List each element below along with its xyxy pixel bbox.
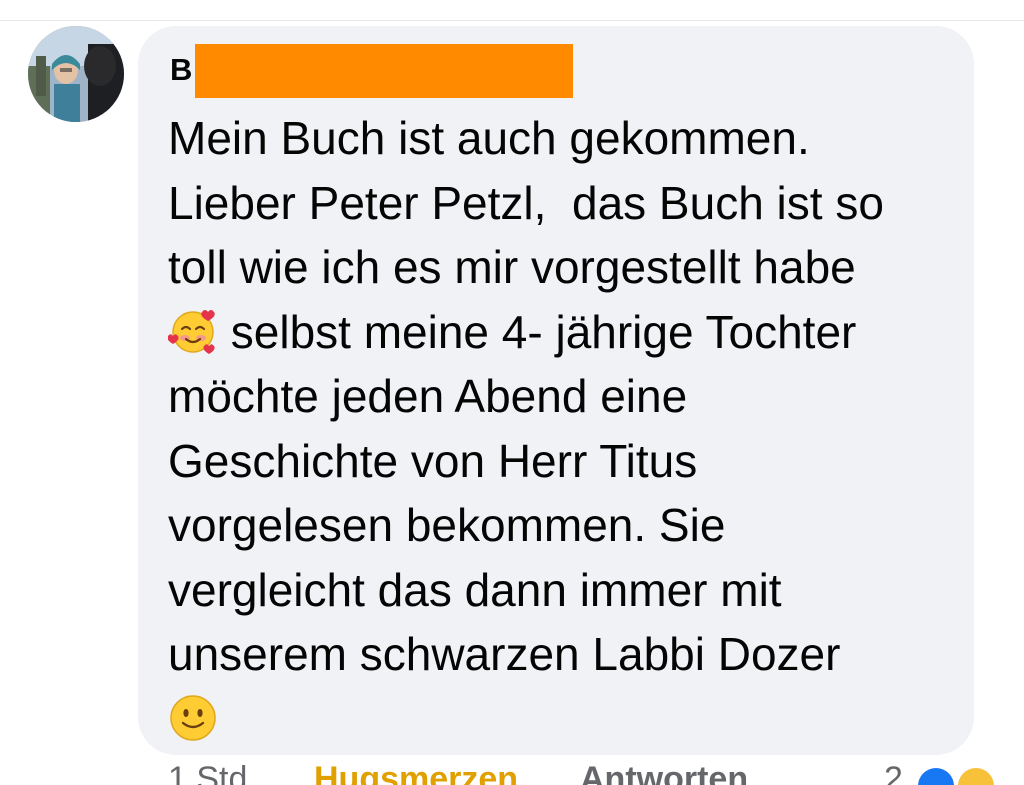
comment-line: unserem schwarzen Labbi Dozer (168, 628, 841, 680)
smiling-face-with-hearts-icon (168, 306, 218, 356)
comment-line: Mein Buch ist auch gekommen. (168, 112, 810, 164)
redaction-block (195, 44, 573, 98)
comment-line-emoji-only (168, 687, 968, 752)
avatar[interactable] (28, 26, 124, 122)
comment-author[interactable]: B (170, 42, 192, 98)
comment-actions: 1 Std. Hugsmerzen Antworten 2 (0, 762, 1024, 785)
comment-line-with-emoji: selbst meine 4- jährige Tochter (168, 300, 968, 365)
like-reaction-icon[interactable] (918, 768, 954, 785)
comment-line: vorgelesen bekommen. Sie (168, 499, 726, 551)
comment-line: vergleicht das dann immer mit (168, 563, 782, 616)
reaction-count[interactable]: 2 (884, 762, 903, 785)
comment-bubble: B Mein Buch ist auch gekommen. Lieber Pe… (138, 26, 974, 755)
author-name[interactable]: B (170, 42, 192, 98)
comment-line-text: selbst meine 4- jährige Tochter (218, 305, 857, 358)
comment-line: toll wie ich es mir vorgestellt habe (168, 241, 856, 293)
comment-text: Mein Buch ist auch gekommen. Lieber Pete… (168, 106, 968, 751)
comment-line: Lieber Peter Petzl, das Buch ist so (168, 176, 884, 229)
reply-button[interactable]: Antworten (580, 762, 748, 785)
comment-line: möchte jeden Abend eine (168, 370, 688, 422)
slightly-smiling-face-icon (168, 693, 218, 743)
comment-line: Geschichte von Herr Titus (168, 434, 698, 487)
profile-photo (28, 26, 124, 122)
care-reaction-icon[interactable] (958, 768, 994, 785)
comment-timestamp[interactable]: 1 Std. (168, 762, 257, 785)
like-button[interactable]: Hugsmerzen (314, 762, 518, 785)
top-divider (0, 20, 1024, 21)
